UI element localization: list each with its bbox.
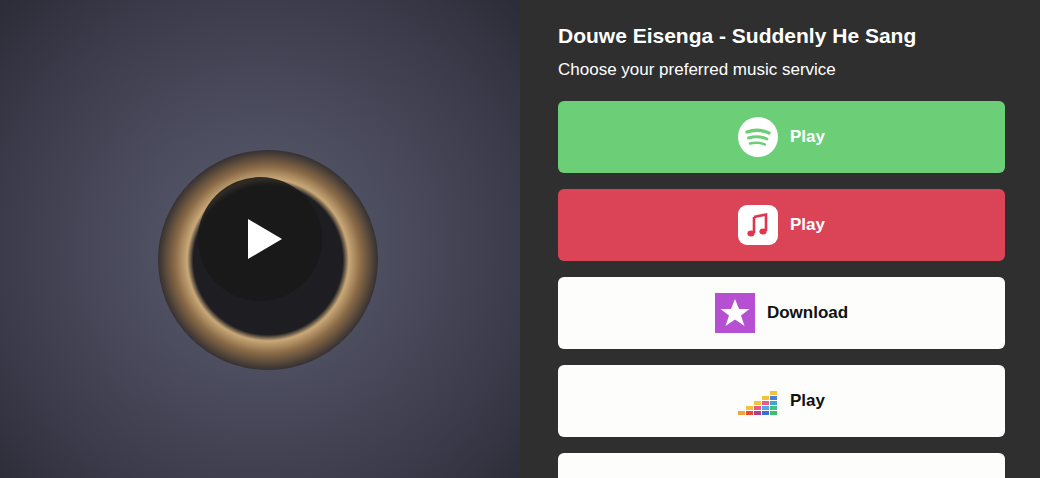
service-button[interactable]: Play	[558, 189, 1005, 261]
cover-video[interactable]	[0, 0, 520, 478]
service-panel: Douwe Eisenga - Suddenly He Sang Choose y…	[520, 0, 1040, 478]
service-label: Play	[790, 215, 825, 235]
spotify-icon	[738, 117, 778, 157]
share-page: Douwe Eisenga - Suddenly He Sang Choose y…	[0, 0, 1040, 478]
video-play-button[interactable]	[198, 177, 322, 301]
apple-music-icon	[738, 205, 778, 245]
service-label: Download	[767, 303, 848, 323]
service-button[interactable]: Download	[558, 277, 1005, 349]
track-title: Douwe Eisenga - Suddenly He Sang	[558, 22, 1005, 50]
itunes-store-icon	[715, 293, 755, 333]
service-label: Play	[790, 391, 825, 411]
service-list: Play Play Download Play	[558, 101, 1005, 478]
service-button[interactable]: Play	[558, 365, 1005, 437]
subtitle: Choose your preferred music service	[558, 59, 1005, 81]
deezer-icon	[738, 387, 778, 415]
play-icon	[244, 217, 284, 261]
service-label: Play	[790, 127, 825, 147]
service-button[interactable]: Play	[558, 101, 1005, 173]
service-button[interactable]	[558, 453, 1005, 478]
